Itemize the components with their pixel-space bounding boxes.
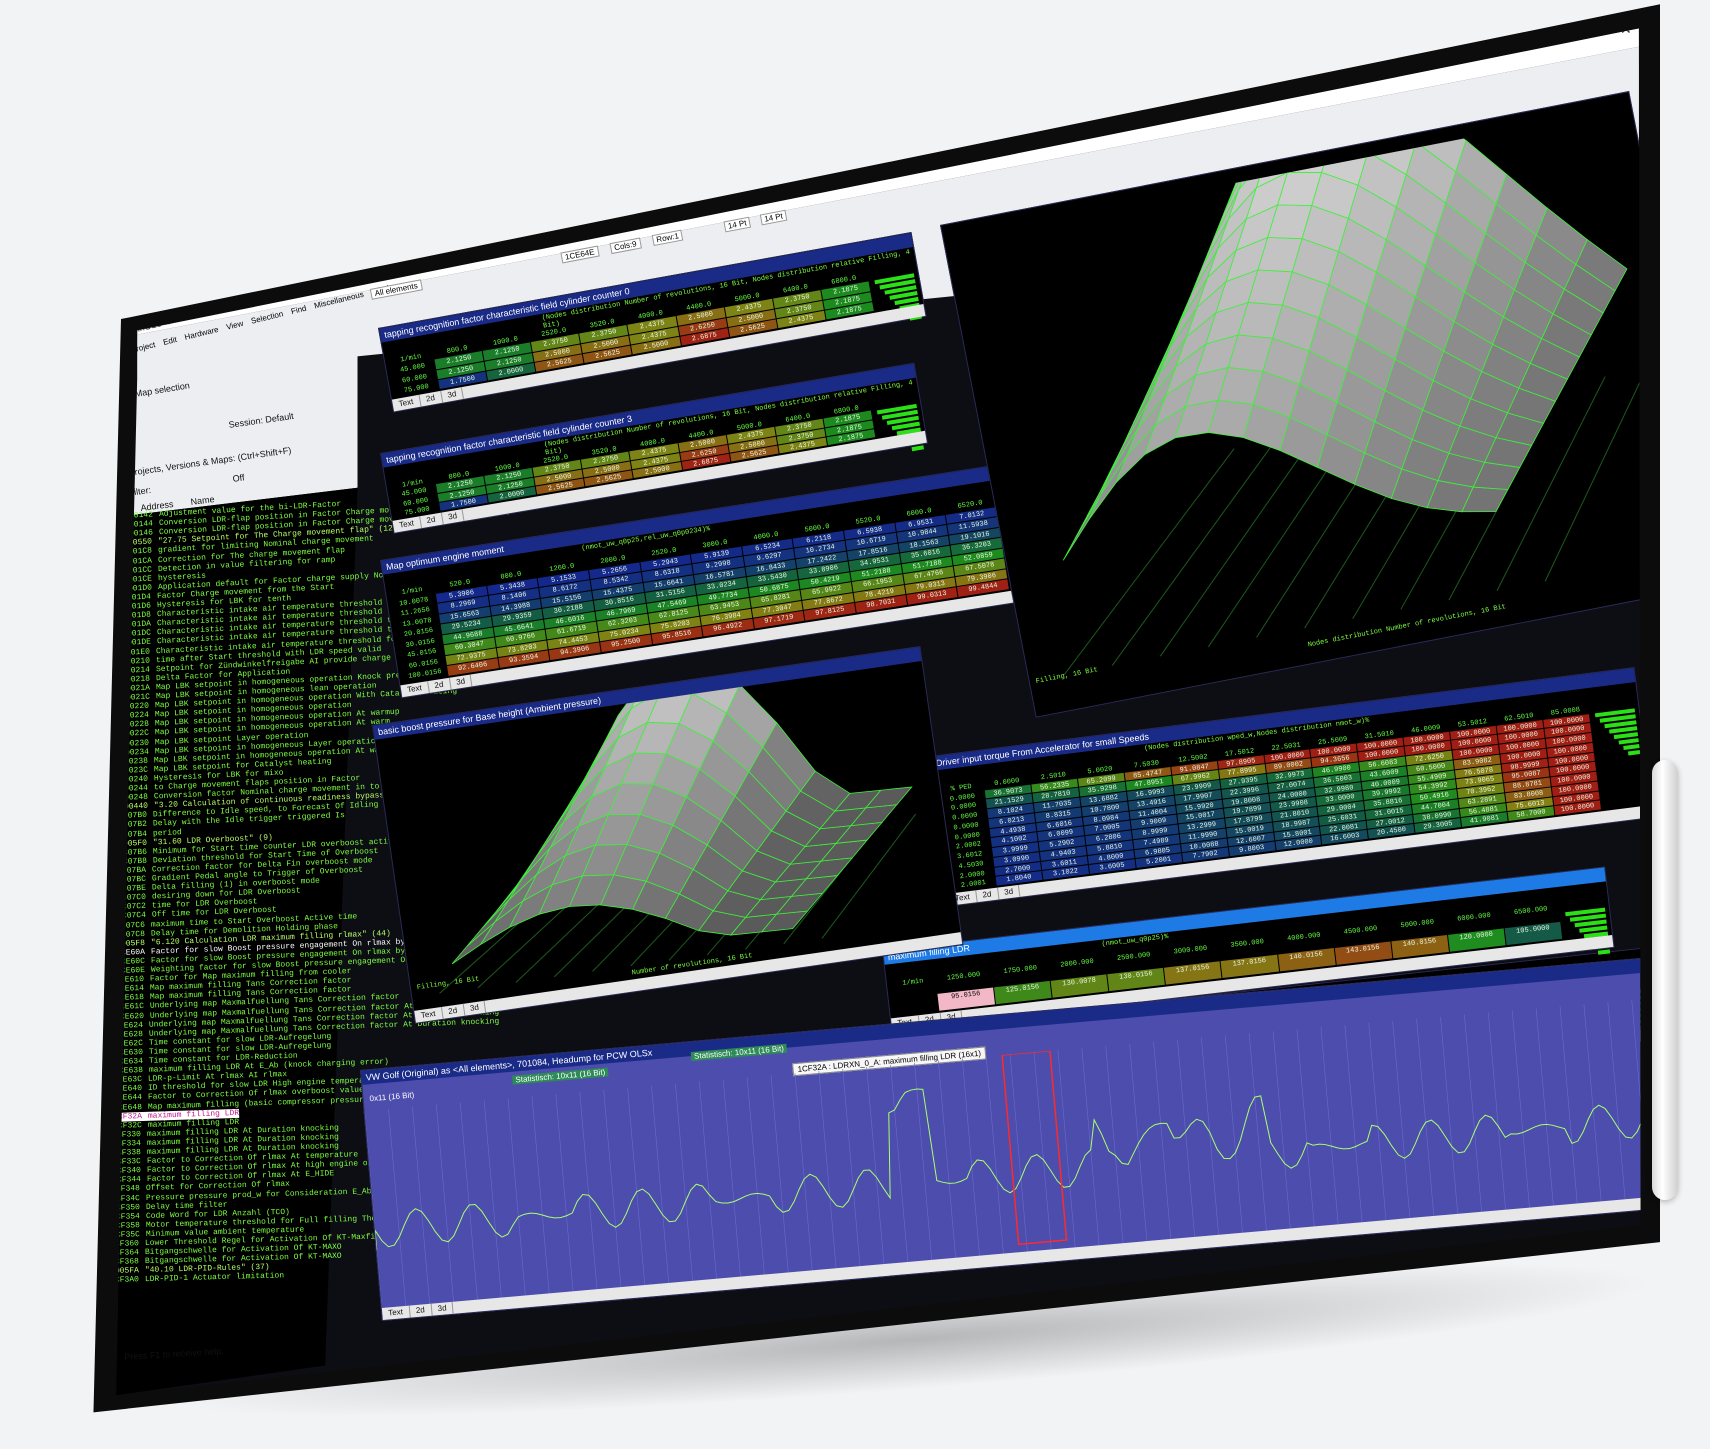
graph-grid-line [531, 1096, 551, 1306]
graph-grid-line [651, 1085, 671, 1295]
window-boost-pressure[interactable]: basic boost pressure for Base height (Am… [372, 645, 964, 1024]
mini-bar [911, 445, 924, 452]
graph-grid-line [1009, 1054, 1029, 1264]
graph-grid-line [1559, 1006, 1579, 1216]
graph-grid-line [675, 1083, 694, 1293]
graph-grid-line [1320, 1027, 1340, 1237]
mini-bar [1597, 949, 1611, 955]
graph-grid-line [961, 1058, 981, 1268]
mini-bar [1623, 744, 1640, 751]
plus-icon[interactable]: + [879, 148, 890, 160]
graph-grid-line [1535, 1008, 1555, 1218]
graph-grid-line [890, 1064, 910, 1274]
tool-icon[interactable]: ⚙ [867, 150, 881, 163]
tab-text[interactable]: Text [392, 516, 422, 533]
delta-icon[interactable]: Δ [833, 156, 844, 169]
chart-icon[interactable]: ▥ [887, 146, 901, 159]
graph-grid-line [459, 1102, 479, 1312]
graph-grid-line [985, 1056, 1005, 1266]
graph-grid-line [507, 1098, 527, 1308]
tab-2d[interactable]: 2d [409, 1303, 433, 1318]
graph-grid-line [1511, 1010, 1531, 1220]
graph-grid-line [722, 1079, 742, 1289]
tab-text[interactable]: Text [414, 1006, 444, 1023]
graph-grid-line [1081, 1047, 1101, 1258]
graph-grid-line [938, 1060, 957, 1270]
graph-grid-line [1248, 1033, 1268, 1243]
tab-2d[interactable]: 2d [427, 677, 452, 693]
graph-grid-line [1153, 1041, 1173, 1251]
graph-grid-line [1344, 1024, 1364, 1235]
graph-grid-line [435, 1104, 455, 1314]
graph-grid-line [1464, 1014, 1483, 1224]
graph-grid-line [818, 1070, 838, 1281]
graph-grid-line [483, 1100, 503, 1310]
tab-3d[interactable]: 3d [997, 884, 1021, 900]
graph-grid-line [579, 1091, 599, 1302]
graph-grid-line [770, 1075, 790, 1285]
percent-icon[interactable]: % [821, 158, 835, 171]
tab-2d[interactable]: 2d [419, 512, 444, 529]
graph-grid-line [1057, 1050, 1077, 1260]
filter-off-button[interactable]: Off [232, 472, 245, 484]
palette-icon[interactable]: ■ [900, 144, 911, 156]
graph-grid-line [388, 1108, 408, 1318]
graph-grid-line [1583, 1004, 1603, 1214]
tab-3d[interactable]: 3d [441, 508, 465, 525]
tab-text[interactable]: Text [391, 394, 422, 412]
graph-grid-line [1129, 1043, 1149, 1254]
graph-grid-line [1440, 1016, 1460, 1226]
tablet-device: WinOLS for PCW OLSx ─ ☐ ✕ Project Edit H… [40, 0, 1678, 1449]
grid-icon[interactable]: ▦ [842, 154, 856, 167]
floor-grid-line [1063, 448, 1235, 676]
stylus-pen [1652, 760, 1678, 1200]
graph-grid-line [1296, 1029, 1316, 1239]
tab-3d[interactable]: 3d [440, 387, 465, 403]
mini-bar [1627, 749, 1641, 756]
graph-grid-line [746, 1077, 766, 1287]
graph-grid-line [1392, 1020, 1412, 1231]
selection-marker[interactable] [1001, 1049, 1068, 1246]
hexdump-label-a: 0x11 (16 Bit) [369, 1090, 415, 1104]
tab-3d[interactable]: 3d [463, 1000, 487, 1016]
tab-2d[interactable]: 2d [975, 887, 1000, 903]
tab-3d[interactable]: 3d [431, 1301, 455, 1316]
zoom-icon[interactable]: ⊕ [810, 160, 823, 173]
graph-grid-line [794, 1073, 814, 1283]
tab-2d[interactable]: 2d [419, 390, 443, 407]
graph-grid-line [1201, 1037, 1220, 1247]
graph-grid-line [1033, 1052, 1053, 1262]
tab-2d[interactable]: 2d [441, 1003, 465, 1019]
graph-grid-line [1272, 1031, 1292, 1241]
graph-grid-line [1607, 1001, 1627, 1212]
tab-text[interactable]: Text [381, 1305, 411, 1320]
graph-grid-line [603, 1089, 623, 1300]
graph-icon[interactable]: ▤ [855, 152, 869, 165]
graph-grid-line [842, 1068, 862, 1279]
row-header [893, 994, 939, 1016]
window-driver-torque-mini-graph [1594, 708, 1641, 773]
graph-grid-line [1416, 1018, 1436, 1228]
graph-grid-line [555, 1093, 575, 1304]
graph-grid-line [866, 1066, 886, 1277]
winols-app: WinOLS for PCW OLSx ─ ☐ ✕ Project Edit H… [116, 28, 1641, 1396]
tab-3d[interactable]: 3d [449, 674, 473, 690]
graph-grid-line [1177, 1039, 1197, 1249]
